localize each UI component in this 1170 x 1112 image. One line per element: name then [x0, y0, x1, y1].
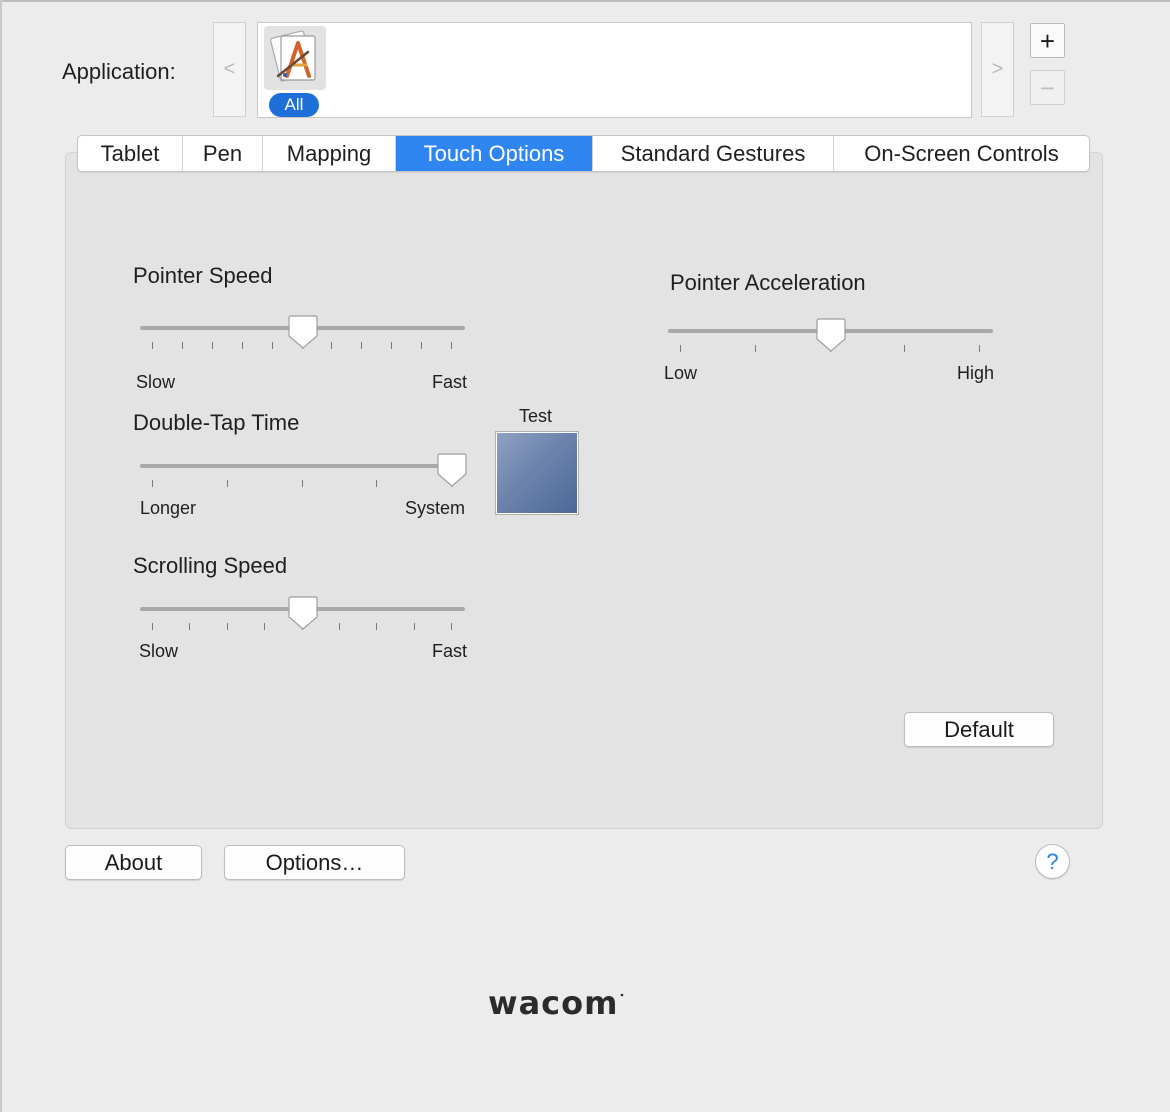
pointer-speed-slider[interactable]	[140, 315, 465, 358]
application-icon	[264, 26, 326, 90]
pointer-speed-label: Pointer Speed	[133, 263, 273, 288]
slider-tick	[754, 345, 756, 352]
slider-tick	[979, 345, 980, 352]
slider-ticks	[140, 480, 465, 488]
pointer-speed-min-label: Slow	[136, 372, 176, 392]
slider-tick	[226, 480, 228, 487]
scrolling-speed-label: Scrolling Speed	[133, 553, 288, 578]
application-list[interactable]: All	[257, 22, 972, 118]
slider-tick	[152, 623, 153, 630]
tab-touch-options[interactable]: Touch Options	[396, 136, 593, 171]
slider-tick	[376, 480, 378, 487]
pointer-acceleration-label: Pointer Acceleration	[670, 270, 866, 295]
chevron-right-icon: >	[991, 58, 1004, 80]
question-mark-icon: ?	[1046, 849, 1059, 874]
scrolling-speed-min-label: Slow	[139, 641, 179, 661]
tab-pen[interactable]: Pen	[183, 136, 263, 171]
slider-thumb[interactable]	[815, 317, 846, 353]
slider-tick	[904, 345, 906, 352]
pointer-acceleration-max-label: High	[957, 363, 995, 383]
application-prev-button[interactable]: <	[213, 22, 246, 117]
window-top-border	[0, 0, 1170, 2]
double-tap-time-slider[interactable]	[140, 453, 467, 496]
options-button[interactable]: Options…	[224, 845, 405, 880]
svg-text:wacom: wacom	[488, 984, 618, 1022]
tab-bar: Tablet Pen Mapping Touch Options Standar…	[77, 135, 1090, 172]
application-label: Application:	[62, 59, 176, 84]
application-next-button[interactable]: >	[981, 22, 1014, 117]
slider-tick	[451, 623, 452, 630]
wacom-preferences-window: Application: < All > + − Tablet Pen Mapp…	[0, 0, 1170, 1112]
double-tap-test-area[interactable]	[495, 431, 579, 515]
slider-thumb[interactable]	[287, 314, 318, 350]
slider-tick	[413, 623, 415, 630]
slider-tick	[211, 342, 213, 349]
application-item-all[interactable]: All	[262, 26, 328, 117]
wacom-logo: wacom	[488, 984, 628, 1029]
slider-tick	[391, 342, 393, 349]
slider-tick	[181, 342, 183, 349]
slider-tick	[271, 342, 273, 349]
slider-tick	[301, 480, 303, 487]
about-button[interactable]: About	[65, 845, 202, 880]
slider-tick	[376, 623, 378, 630]
minus-icon: −	[1039, 72, 1056, 103]
pointer-speed-max-label: Fast	[432, 372, 468, 392]
slider-tick	[451, 342, 452, 349]
chevron-left-icon: <	[223, 58, 236, 80]
slider-tick	[361, 342, 363, 349]
slider-tick	[189, 623, 191, 630]
application-name-badge: All	[269, 93, 319, 117]
default-button[interactable]: Default	[904, 712, 1054, 747]
slider-tick	[264, 623, 266, 630]
slider-tick	[331, 342, 333, 349]
tab-mapping[interactable]: Mapping	[263, 136, 396, 171]
window-left-border	[0, 0, 2, 1112]
slider-tick	[152, 342, 153, 349]
tab-tablet[interactable]: Tablet	[78, 136, 183, 171]
slider-tick	[152, 480, 153, 487]
double-tap-time-min-label: Longer	[140, 498, 197, 518]
remove-application-button[interactable]: −	[1030, 70, 1065, 105]
test-label: Test	[519, 406, 553, 426]
pointer-acceleration-min-label: Low	[664, 363, 698, 383]
slider-tick	[241, 342, 243, 349]
slider-track	[140, 464, 465, 468]
help-button[interactable]: ?	[1035, 844, 1070, 879]
tab-standard-gestures[interactable]: Standard Gestures	[593, 136, 834, 171]
slider-thumb[interactable]	[287, 595, 318, 631]
scrolling-speed-slider[interactable]	[140, 596, 465, 639]
plus-icon: +	[1039, 25, 1056, 56]
tab-on-screen-controls[interactable]: On-Screen Controls	[834, 136, 1089, 171]
slider-tick	[226, 623, 228, 630]
add-application-button[interactable]: +	[1030, 23, 1065, 58]
slider-thumb[interactable]	[437, 452, 467, 488]
pointer-acceleration-slider[interactable]	[668, 318, 993, 361]
double-tap-time-label: Double-Tap Time	[133, 410, 300, 435]
slider-tick	[421, 342, 423, 349]
double-tap-time-max-label: System	[405, 498, 466, 518]
slider-tick	[338, 623, 340, 630]
slider-tick	[680, 345, 681, 352]
scrolling-speed-max-label: Fast	[432, 641, 468, 661]
